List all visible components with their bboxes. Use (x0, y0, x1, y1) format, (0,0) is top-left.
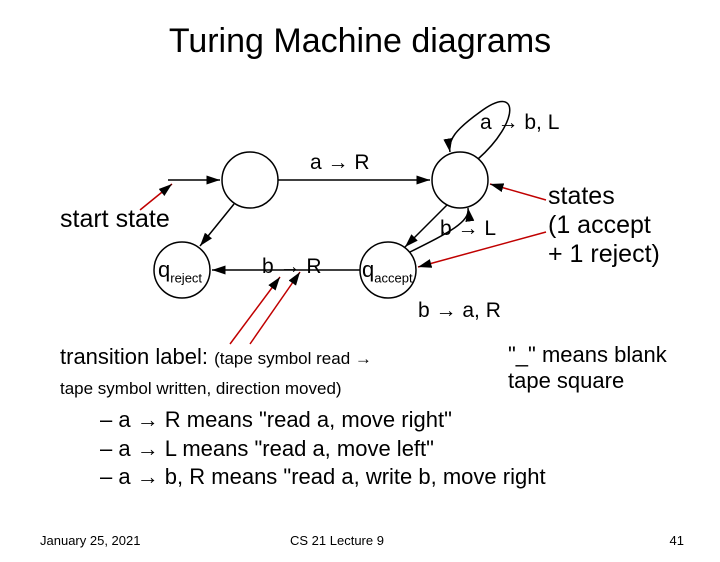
state-q1 (432, 152, 488, 208)
footer-date: January 25, 2021 (40, 533, 140, 548)
state-q0 (222, 152, 278, 208)
label-a-R: a → R (310, 150, 370, 175)
states-note: states (1 accept + 1 reject) (548, 182, 660, 268)
anno-arrow-states1 (490, 184, 546, 200)
label-start-state: start state (60, 204, 170, 234)
footer-course: CS 21 Lecture 9 (290, 533, 384, 548)
bullet-3: – a → b, R means "read a, write b, move … (100, 463, 546, 492)
bullet-1: – a → R means "read a, move right" (100, 406, 546, 435)
label-qaccept: qaccept (362, 257, 413, 286)
blank-tape-note: "_" means blank tape square (508, 342, 667, 395)
edge-b-R-left (200, 204, 234, 246)
footer-page: 41 (670, 533, 684, 548)
bullet-2: – a → L means "read a, move left" (100, 435, 546, 464)
label-qreject: qreject (158, 257, 202, 286)
label-a-b-L: a → b, L (480, 110, 559, 135)
label-b-R: b → R (262, 254, 322, 279)
bullet-list: – a → R means "read a, move right" – a →… (100, 406, 546, 492)
label-b-a-R: b → a, R (418, 298, 501, 323)
label-b-L: b → L (440, 216, 496, 241)
